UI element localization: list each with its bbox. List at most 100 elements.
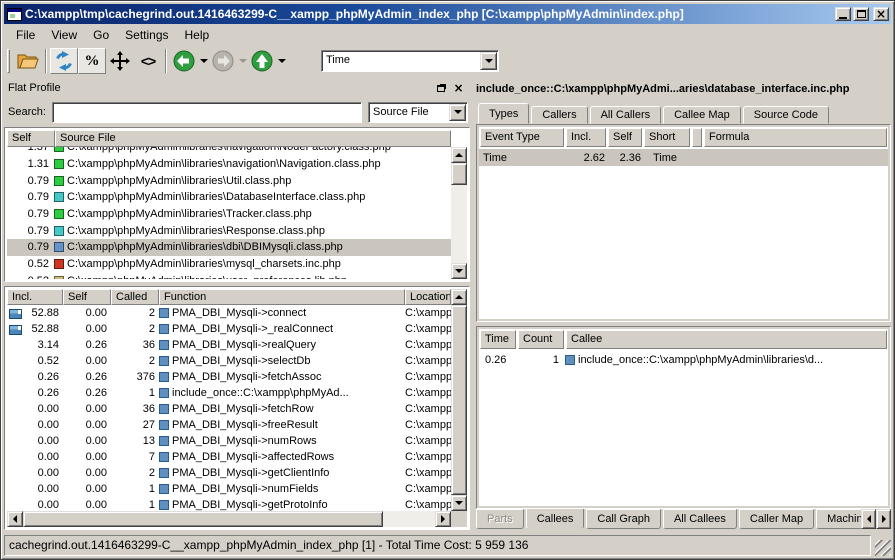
vertical-scrollbar[interactable] (451, 289, 467, 511)
function-name-cell: include_once::C:\xampp\phpMyAd... (159, 387, 405, 399)
close-dock-button[interactable]: × (451, 81, 466, 95)
column-header-incl[interactable]: Incl. (7, 289, 63, 305)
self-cost-value: 0.00 (63, 435, 111, 447)
search-input[interactable] (55, 105, 359, 120)
tab-caller-map[interactable]: Caller Map (739, 509, 814, 529)
toolbar-handle[interactable] (7, 49, 10, 73)
tab-all-callees[interactable]: All Callees (663, 509, 737, 529)
menu-item-settings[interactable]: Settings (117, 26, 176, 44)
scroll-up-button[interactable] (451, 147, 467, 163)
forward-dropdown[interactable] (237, 48, 248, 74)
column-header-function[interactable]: Function (159, 289, 405, 305)
menu-item-view[interactable]: View (43, 26, 85, 44)
function-row[interactable]: 0.000.007PMA_DBI_Mysqli->affectedRowsC:\… (7, 449, 451, 465)
scroll-left-button[interactable] (7, 511, 23, 527)
tab-source-code[interactable]: Source Code (743, 106, 829, 124)
tab-callers[interactable]: Callers (531, 106, 587, 124)
source-file-row[interactable]: 0.52C:\xampp\phpMyAdmin\libraries\mysql_… (7, 256, 451, 273)
event-type-row[interactable]: Time2.622.36Time (479, 149, 888, 166)
menu-item-help[interactable]: Help (177, 26, 218, 44)
reload-button[interactable] (50, 48, 78, 74)
column-header-self[interactable]: Self (63, 289, 111, 305)
menu-item-file[interactable]: File (8, 26, 43, 44)
time-value: 0.26 (479, 354, 513, 366)
function-row[interactable]: 0.000.0027PMA_DBI_Mysqli->freeResultC:\x… (7, 417, 451, 433)
scrollbar-thumb[interactable] (451, 163, 467, 185)
column-header-self[interactable]: Self (608, 128, 642, 147)
up-dropdown[interactable] (276, 48, 287, 74)
dock-move-button[interactable] (106, 48, 134, 74)
vertical-scrollbar[interactable] (451, 147, 467, 279)
source-file-row[interactable]: 0.79C:\xampp\phpMyAdmin\libraries\Databa… (7, 189, 451, 206)
scroll-down-button[interactable] (451, 263, 467, 279)
function-row[interactable]: 52.880.002PMA_DBI_Mysqli->connectC:\xamp… (7, 305, 451, 321)
minimize-button[interactable] (835, 7, 851, 21)
column-header-event-type[interactable]: Event Type (480, 128, 564, 147)
callee-row[interactable]: 0.261include_once::C:\xampp\phpMyAdmin\l… (479, 351, 888, 368)
function-row[interactable]: 0.000.002PMA_DBI_Mysqli->getClientInfoC:… (7, 465, 451, 481)
function-icon (159, 324, 169, 334)
relative-percent-toggle[interactable]: % (78, 48, 106, 74)
column-header-callee[interactable]: Callee (566, 330, 887, 349)
column-header-source-file[interactable]: Source File (55, 130, 451, 147)
source-file-path: C:\xampp\phpMyAdmin\libraries\Util.class… (67, 175, 291, 187)
menu-item-go[interactable]: Go (85, 26, 117, 44)
function-row[interactable]: 52.880.002PMA_DBI_Mysqli->_realConnectC:… (7, 321, 451, 337)
relative-cost-button[interactable]: <> (134, 48, 162, 74)
up-button[interactable] (248, 48, 276, 74)
combobox-dropdown-button[interactable] (449, 104, 466, 121)
scrollbar-thumb[interactable] (451, 305, 467, 495)
column-header-called[interactable]: Called (111, 289, 159, 305)
source-file-row[interactable]: 0.79C:\xampp\phpMyAdmin\libraries\Util.c… (7, 172, 451, 189)
resize-grip[interactable] (875, 540, 891, 556)
function-row[interactable]: 0.260.261include_once::C:\xampp\phpMyAd.… (7, 385, 451, 401)
function-row[interactable]: 0.000.0036PMA_DBI_Mysqli->fetchRowC:\xam… (7, 401, 451, 417)
scroll-down-button[interactable] (451, 495, 467, 511)
source-file-row[interactable]: 1.37C:\xampp\phpMyAdmin\libraries\naviga… (7, 147, 451, 156)
column-header-short[interactable]: Short (644, 128, 690, 147)
scroll-right-button[interactable] (435, 511, 451, 527)
scrollbar-thumb[interactable] (23, 511, 383, 527)
tab-callee-map[interactable]: Callee Map (663, 106, 741, 124)
tab-all-callers[interactable]: All Callers (590, 106, 662, 124)
column-header-formula[interactable]: Formula (704, 128, 887, 147)
tab-callees[interactable]: Callees (526, 509, 585, 529)
back-button[interactable] (170, 48, 198, 74)
function-row[interactable]: 0.000.001PMA_DBI_Mysqli->numFieldsC:\xam… (7, 481, 451, 497)
source-file-row[interactable]: 1.31C:\xampp\phpMyAdmin\libraries\naviga… (7, 156, 451, 173)
function-row[interactable]: 0.000.0013PMA_DBI_Mysqli->numRowsC:\xamp… (7, 433, 451, 449)
tab-types[interactable]: Types (478, 103, 529, 124)
incl-cost-value: 0.00 (7, 499, 63, 511)
tab-scroll-left-button[interactable] (861, 509, 876, 529)
scroll-up-button[interactable] (451, 289, 467, 305)
source-file-row[interactable]: 0.52C:\xampp\phpMyAdmin\libraries\user_p… (7, 273, 451, 280)
function-row[interactable]: 0.520.002PMA_DBI_Mysqli->selectDbC:\xamp… (7, 353, 451, 369)
called-count-value: 36 (111, 339, 159, 351)
column-header-incl[interactable]: Incl. (566, 128, 606, 147)
float-dock-button[interactable] (434, 81, 449, 95)
source-file-row[interactable]: 0.79C:\xampp\phpMyAdmin\libraries\Tracke… (7, 206, 451, 223)
source-file-path: C:\xampp\phpMyAdmin\libraries\navigation… (67, 147, 391, 153)
tab-call-graph[interactable]: Call Graph (586, 509, 661, 529)
function-row[interactable]: 0.000.001PMA_DBI_Mysqli->getProtoInfoC:\… (7, 497, 451, 511)
horizontal-scrollbar[interactable] (7, 511, 451, 527)
dock-title-bar[interactable]: Flat Profile × (4, 79, 470, 97)
column-header-count[interactable]: Count (518, 330, 564, 349)
column-header-location[interactable]: Location (405, 289, 451, 305)
combobox-dropdown-button[interactable] (480, 52, 497, 70)
event-type-combobox[interactable]: Time (321, 50, 499, 72)
tab-scroll-right-button[interactable] (876, 509, 891, 529)
back-dropdown[interactable] (198, 48, 209, 74)
group-by-combobox[interactable]: Source File (368, 102, 468, 123)
function-row[interactable]: 3.140.2636PMA_DBI_Mysqli->realQueryC:\xa… (7, 337, 451, 353)
function-row[interactable]: 0.260.26376PMA_DBI_Mysqli->fetchAssocC:\… (7, 369, 451, 385)
source-file-row[interactable]: 0.79C:\xampp\phpMyAdmin\libraries\Respon… (7, 222, 451, 239)
forward-button[interactable] (209, 48, 237, 74)
close-button[interactable]: × (873, 7, 889, 21)
maximize-button[interactable] (853, 7, 869, 21)
open-file-button[interactable] (14, 48, 42, 74)
cost-color-icon (54, 209, 64, 219)
column-header-self[interactable]: Self (7, 130, 55, 147)
source-file-row[interactable]: 0.79C:\xampp\phpMyAdmin\libraries\dbi\DB… (7, 239, 451, 256)
column-header-time[interactable]: Time (480, 330, 516, 349)
